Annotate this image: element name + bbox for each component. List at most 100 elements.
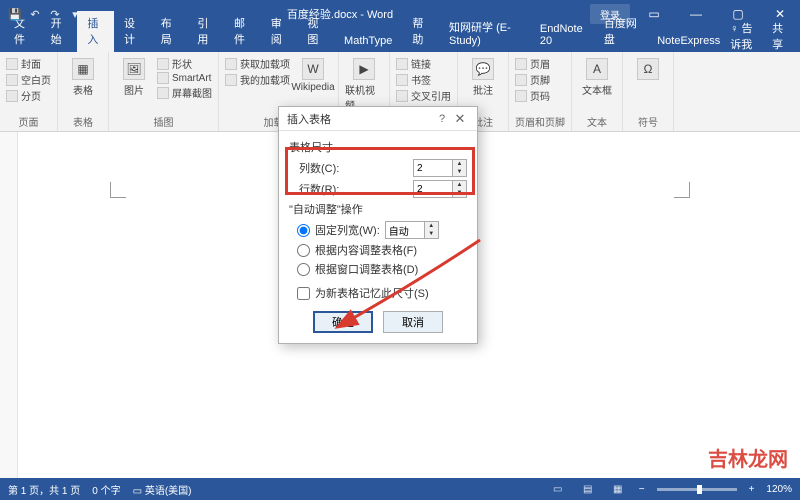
page-number-button[interactable]: 页码: [515, 88, 550, 103]
fixed-width-radio-row[interactable]: 固定列宽(W): ▲▼: [297, 221, 467, 239]
cross-reference-button[interactable]: 交叉引用: [396, 88, 451, 103]
cover-page-button[interactable]: 封面: [6, 56, 51, 71]
rows-row: 行数(R): ▲▼: [289, 180, 467, 198]
group-tables: ▦表格 表格: [58, 52, 109, 131]
autofit-window-label: 根据窗口调整表格(D): [315, 261, 418, 277]
tab-mailings[interactable]: 邮件: [224, 11, 261, 52]
group-label-pages: 页面: [6, 112, 51, 129]
read-mode-icon[interactable]: ▭: [549, 482, 567, 496]
columns-input[interactable]: [414, 160, 452, 176]
rows-input[interactable]: [414, 181, 452, 197]
cancel-button[interactable]: 取消: [383, 311, 443, 333]
group-label-text: 文本: [578, 112, 616, 129]
autofit-content-label: 根据内容调整表格(F): [315, 242, 417, 258]
footer-button[interactable]: 页脚: [515, 72, 550, 87]
group-label-symbols: 符号: [629, 112, 667, 129]
print-layout-icon[interactable]: ▤: [579, 482, 597, 496]
status-words[interactable]: 0 个字: [92, 482, 120, 497]
screenshot-icon: [157, 87, 169, 99]
link-button[interactable]: 链接: [396, 56, 451, 71]
section-size-label: 表格尺寸: [289, 139, 467, 155]
wikipedia-icon: W: [302, 58, 324, 80]
table-button[interactable]: ▦表格: [64, 56, 102, 112]
pagenum-icon: [515, 90, 527, 102]
autofit-window-radio-row[interactable]: 根据窗口调整表格(D): [297, 261, 467, 277]
blank-page-icon: [6, 74, 18, 86]
get-addins-button[interactable]: 获取加载项: [225, 56, 290, 71]
link-icon: [396, 58, 408, 70]
autofit-content-radio-row[interactable]: 根据内容调整表格(F): [297, 242, 467, 258]
dialog-close-icon[interactable]: ✕: [451, 111, 469, 127]
autofit-window-radio[interactable]: [297, 263, 310, 276]
remember-checkbox[interactable]: [297, 287, 310, 300]
textbox-button[interactable]: A文本框: [578, 56, 616, 112]
rows-down-icon[interactable]: ▼: [453, 189, 466, 197]
wikipedia-button[interactable]: WWikipedia: [294, 56, 332, 112]
tab-endnote[interactable]: EndNote 20: [530, 19, 594, 52]
zoom-slider[interactable]: [657, 488, 737, 491]
tab-mathtype[interactable]: MathType: [334, 31, 402, 52]
group-text: A文本框 文本: [572, 52, 623, 131]
symbol-icon: Ω: [637, 58, 659, 80]
tab-references[interactable]: 引用: [187, 11, 224, 52]
tab-baidupan[interactable]: 百度网盘: [594, 11, 647, 52]
minimize-icon[interactable]: —: [676, 0, 716, 28]
remember-check-row[interactable]: 为新表格记忆此尺寸(S): [297, 285, 467, 301]
rows-label: 行数(R):: [289, 181, 413, 197]
page-break-button[interactable]: 分页: [6, 88, 51, 103]
ok-button[interactable]: 确定: [313, 311, 373, 333]
my-addins-button[interactable]: 我的加载项: [225, 72, 290, 87]
table-icon: ▦: [72, 58, 94, 80]
screenshot-button[interactable]: 屏幕截图: [157, 85, 212, 100]
columns-down-icon[interactable]: ▼: [453, 168, 466, 176]
share-button[interactable]: 共享: [772, 20, 788, 52]
columns-spinner[interactable]: ▲▼: [413, 159, 467, 177]
fixed-width-spinner[interactable]: ▲▼: [385, 221, 439, 239]
symbol-button[interactable]: Ω: [629, 56, 667, 112]
footer-icon: [515, 74, 527, 86]
tab-design[interactable]: 设计: [114, 11, 151, 52]
zoom-out-icon[interactable]: −: [639, 484, 645, 495]
tab-layout[interactable]: 布局: [151, 11, 188, 52]
remember-label: 为新表格记忆此尺寸(S): [315, 285, 429, 301]
columns-label: 列数(C):: [289, 160, 413, 176]
columns-up-icon[interactable]: ▲: [453, 160, 466, 168]
tell-me[interactable]: ♀ 告诉我: [730, 20, 762, 52]
tab-view[interactable]: 视图: [297, 11, 334, 52]
tab-estudy[interactable]: 知网研学 (E-Study): [439, 15, 530, 52]
dialog-titlebar[interactable]: 插入表格 ? ✕: [279, 107, 477, 131]
dialog-help-icon[interactable]: ?: [433, 113, 451, 125]
xref-icon: [396, 90, 408, 102]
rows-up-icon[interactable]: ▲: [453, 181, 466, 189]
zoom-level[interactable]: 120%: [766, 484, 792, 495]
fixed-width-radio[interactable]: [297, 224, 310, 237]
rows-spinner[interactable]: ▲▼: [413, 180, 467, 198]
group-illustrations: 🖼图片 形状 SmartArt 屏幕截图 插图: [109, 52, 219, 131]
web-layout-icon[interactable]: ▦: [609, 482, 627, 496]
comment-button[interactable]: 💬批注: [464, 56, 502, 112]
status-page[interactable]: 第 1 页，共 1 页: [8, 482, 80, 497]
header-button[interactable]: 页眉: [515, 56, 550, 71]
fixed-width-down-icon[interactable]: ▼: [425, 230, 438, 238]
shapes-button[interactable]: 形状: [157, 56, 212, 71]
zoom-in-icon[interactable]: +: [749, 484, 755, 495]
qat-customize-icon[interactable]: ▾: [68, 7, 82, 21]
fixed-width-input[interactable]: [386, 222, 424, 238]
blank-page-button[interactable]: 空白页: [6, 72, 51, 87]
zoom-thumb[interactable]: [697, 485, 702, 494]
tab-review[interactable]: 审阅: [261, 11, 298, 52]
shapes-icon: [157, 58, 169, 70]
smartart-button[interactable]: SmartArt: [157, 72, 212, 84]
save-icon[interactable]: 💾: [8, 7, 22, 21]
tab-noteexpress[interactable]: NoteExpress: [647, 31, 730, 52]
fixed-width-up-icon[interactable]: ▲: [425, 222, 438, 230]
tab-insert[interactable]: 插入: [77, 11, 114, 52]
status-language[interactable]: ▭ 英语(美国): [133, 482, 192, 497]
tab-help[interactable]: 帮助: [402, 11, 439, 52]
redo-icon[interactable]: ↷: [48, 7, 62, 21]
online-video-button[interactable]: ▶联机视频: [345, 56, 383, 112]
pictures-button[interactable]: 🖼图片: [115, 56, 153, 112]
undo-icon[interactable]: ↶: [28, 7, 42, 21]
autofit-content-radio[interactable]: [297, 244, 310, 257]
bookmark-button[interactable]: 书签: [396, 72, 451, 87]
